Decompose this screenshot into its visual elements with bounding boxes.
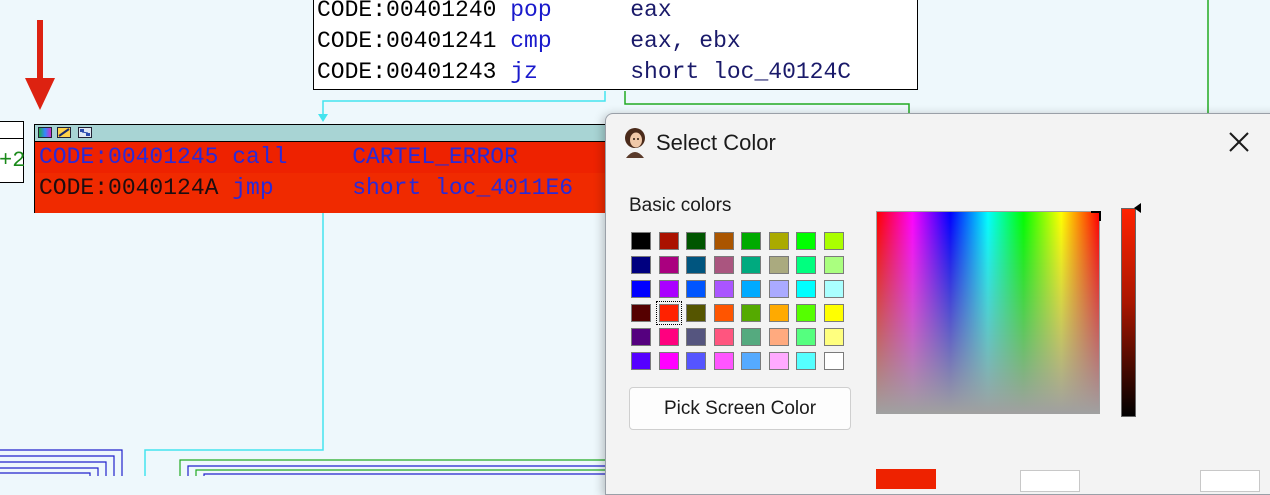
node-edit-icon[interactable] (57, 127, 71, 138)
color-swatch[interactable] (796, 232, 816, 250)
color-swatch[interactable] (769, 232, 789, 250)
color-swatch[interactable] (796, 352, 816, 370)
color-swatch[interactable] (769, 256, 789, 274)
color-swatch[interactable] (824, 256, 844, 274)
color-swatch[interactable] (769, 304, 789, 322)
color-swatch[interactable] (631, 304, 651, 322)
color-swatch[interactable] (714, 304, 734, 322)
node-text: +2 (0, 148, 26, 173)
color-swatch[interactable] (824, 280, 844, 298)
color-preview (876, 469, 936, 489)
color-swatch[interactable] (659, 352, 679, 370)
code-mnemonic: jz (510, 59, 538, 85)
node-title-bar (0, 122, 23, 139)
code-mnemonic: cmp (510, 28, 552, 54)
code-line: CODE:00401243 jz short loc_40124C (317, 57, 851, 88)
color-swatch[interactable] (796, 328, 816, 346)
close-icon (1229, 132, 1249, 152)
code-operands: eax, ebx (630, 28, 741, 54)
basic-colors-grid (629, 230, 854, 374)
color-swatch[interactable] (714, 328, 734, 346)
color-swatch[interactable] (769, 352, 789, 370)
code-address: CODE:00401243 (317, 59, 497, 85)
color-swatch[interactable] (824, 232, 844, 250)
node-color-icon[interactable] (38, 127, 52, 138)
code-mnemonic: pop (510, 0, 552, 23)
color-swatch[interactable] (741, 352, 761, 370)
color-spectrum[interactable] (876, 211, 1101, 414)
code-address: CODE:00401245 (39, 144, 219, 170)
code-line: CODE:00401245 call CARTEL_ERROR (35, 142, 633, 173)
color-swatch[interactable] (631, 232, 651, 250)
color-swatch[interactable] (631, 352, 651, 370)
color-swatch[interactable] (714, 256, 734, 274)
code-address: CODE:00401240 (317, 0, 497, 23)
color-swatch[interactable] (824, 304, 844, 322)
node-graph-icon[interactable] (78, 127, 92, 138)
code-operands: eax (630, 0, 672, 23)
color-swatch[interactable] (686, 280, 706, 298)
spinbox-field[interactable] (1020, 470, 1080, 492)
select-color-dialog[interactable]: Select Color Basic colors Pick Screen Co… (605, 113, 1270, 495)
color-swatch[interactable] (796, 280, 816, 298)
code-address: CODE:0040124A (39, 175, 219, 201)
color-swatch[interactable] (631, 256, 651, 274)
color-swatch[interactable] (686, 232, 706, 250)
code-line: CODE:00401241 cmp eax, ebx (317, 26, 741, 57)
color-swatch[interactable] (686, 256, 706, 274)
luminance-slider[interactable] (1121, 208, 1136, 417)
color-swatch[interactable] (656, 301, 682, 325)
color-swatch[interactable] (659, 328, 679, 346)
basic-colors-label: Basic colors (629, 195, 732, 216)
node-title-bar (35, 125, 633, 142)
color-swatch[interactable] (741, 328, 761, 346)
color-swatch[interactable] (686, 304, 706, 322)
code-node-top[interactable]: CODE:00401240 pop eax CODE:00401241 cmp ea… (313, 0, 918, 90)
code-mnemonic: call (232, 144, 288, 170)
code-operands: CARTEL_ERROR (352, 144, 518, 170)
color-swatch[interactable] (769, 328, 789, 346)
spinbox-field[interactable] (1200, 470, 1260, 492)
color-swatch[interactable] (796, 304, 816, 322)
color-swatch[interactable] (796, 256, 816, 274)
spectrum-crosshair[interactable] (1091, 211, 1101, 221)
color-swatch[interactable] (714, 280, 734, 298)
color-swatch[interactable] (631, 280, 651, 298)
color-swatch[interactable] (631, 328, 651, 346)
code-line: CODE:0040124A jmp short loc_4011E6 (35, 173, 633, 213)
red-arrow-annotation (25, 20, 55, 110)
color-swatch[interactable] (741, 256, 761, 274)
color-swatch[interactable] (686, 328, 706, 346)
code-mnemonic: jmp (232, 175, 274, 201)
code-line: CODE:00401240 pop eax (317, 0, 672, 26)
code-address: CODE:00401241 (317, 28, 497, 54)
luminance-arrow-icon[interactable] (1134, 203, 1141, 213)
color-swatch[interactable] (659, 256, 679, 274)
color-swatch[interactable] (741, 280, 761, 298)
code-operands: short loc_40124C (630, 59, 852, 85)
code-node-red[interactable]: CODE:00401245 call CARTEL_ERROR CODE:0040… (34, 124, 634, 213)
code-operands: short loc_4011E6 (352, 175, 574, 201)
code-node-left[interactable]: +2 (0, 121, 26, 183)
color-swatch[interactable] (714, 232, 734, 250)
color-swatch[interactable] (824, 352, 844, 370)
color-swatch[interactable] (659, 232, 679, 250)
color-swatch[interactable] (769, 280, 789, 298)
dialog-title: Select Color (656, 130, 776, 155)
close-button[interactable] (1218, 126, 1258, 160)
color-swatch[interactable] (686, 352, 706, 370)
color-swatch[interactable] (741, 232, 761, 250)
color-swatch[interactable] (659, 280, 679, 298)
pick-screen-color-button[interactable]: Pick Screen Color (629, 387, 851, 430)
edge-bundle-bottom (0, 449, 605, 476)
color-swatch[interactable] (741, 304, 761, 322)
app-portrait-icon (622, 126, 648, 158)
color-swatch[interactable] (824, 328, 844, 346)
color-swatch[interactable] (714, 352, 734, 370)
